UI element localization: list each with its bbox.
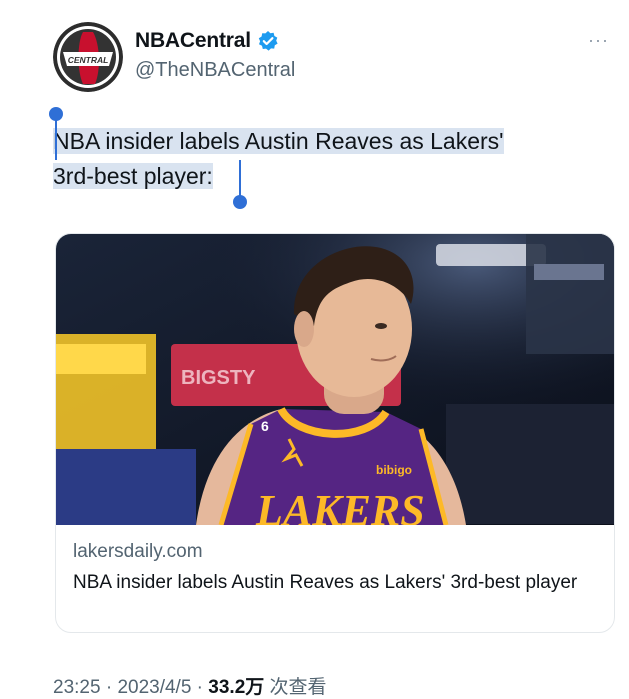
svg-text:BIGSTY: BIGSTY — [181, 367, 256, 389]
author-display-name[interactable]: NBACentral — [135, 29, 251, 53]
more-options-icon[interactable]: ··· — [588, 30, 609, 51]
card-meta[interactable]: lakersdaily.com NBA insider labels Austi… — [73, 539, 593, 596]
verified-badge-icon — [258, 31, 278, 51]
card-domain[interactable]: lakersdaily.com — [73, 539, 593, 565]
selection-end-handle[interactable] — [233, 195, 247, 209]
selection-end-caret — [239, 160, 241, 196]
svg-text:6: 6 — [261, 418, 269, 434]
tweet-date[interactable]: 2023/4/5 — [117, 677, 191, 698]
author-avatar[interactable]: CENTRAL — [53, 22, 123, 92]
tweet-time[interactable]: 23:25 — [53, 677, 101, 698]
svg-text:bibigo: bibigo — [376, 463, 412, 477]
svg-text:CENTRAL: CENTRAL — [68, 55, 109, 65]
svg-text:LAKERS: LAKERS — [255, 486, 425, 525]
tweet-text: NBA insider labels Austin Reaves as Lake… — [53, 124, 615, 194]
separator: · — [100, 677, 118, 698]
author-name-row[interactable]: NBACentral — [135, 29, 279, 53]
link-preview-card[interactable]: BIGSTY 6 bibigo LAKERS lakersdaily.com N… — [55, 233, 615, 633]
card-image[interactable]: BIGSTY 6 bibigo LAKERS — [56, 234, 614, 525]
selection-start-caret — [55, 118, 57, 160]
view-count-label: 次查看 — [264, 677, 327, 698]
view-count: 33.2万 — [208, 677, 265, 698]
tweet-text-line-1: NBA insider labels Austin Reaves as Lake… — [53, 128, 504, 154]
nba-central-logo: CENTRAL — [53, 22, 123, 92]
card-title[interactable]: NBA insider labels Austin Reaves as Lake… — [73, 569, 593, 596]
tweet-meta-footer: 23:25 · 2023/4/5 · 33.2万 次查看 — [53, 672, 327, 699]
author-handle[interactable]: @TheNBACentral — [135, 59, 295, 82]
tweet-text-line-2: 3rd-best player: — [53, 163, 213, 189]
separator: · — [191, 677, 209, 698]
